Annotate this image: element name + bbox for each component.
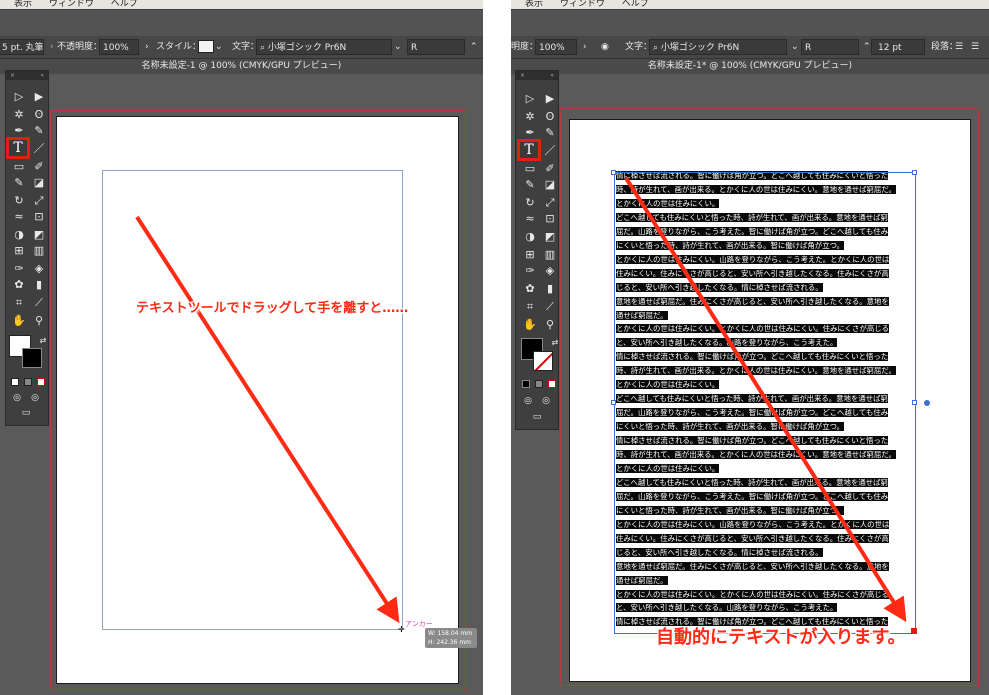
left-screenshot: 表示 ウィンドウ ヘルプ 5 pt. 丸筆 › 不透明度： 100% › スタイ… — [0, 0, 483, 695]
drag-arrow — [135, 215, 400, 624]
result-callout: 自動的にテキストが入ります。 — [656, 627, 906, 648]
width-readout: W: 158.04 mm — [428, 630, 473, 637]
drag-arrow-overlay — [135, 215, 400, 624]
cursor-crosshair: ✛ — [398, 625, 405, 634]
height-readout: H: 242.36 mm — [428, 639, 472, 646]
drag-arrow — [624, 176, 907, 623]
drag-arrow-overlay — [624, 176, 907, 623]
instruction-callout: テキストツールでドラッグして手を離すと…… — [136, 301, 409, 316]
size-readout: W: 158.04 mm H: 242.36 mm — [425, 628, 477, 648]
